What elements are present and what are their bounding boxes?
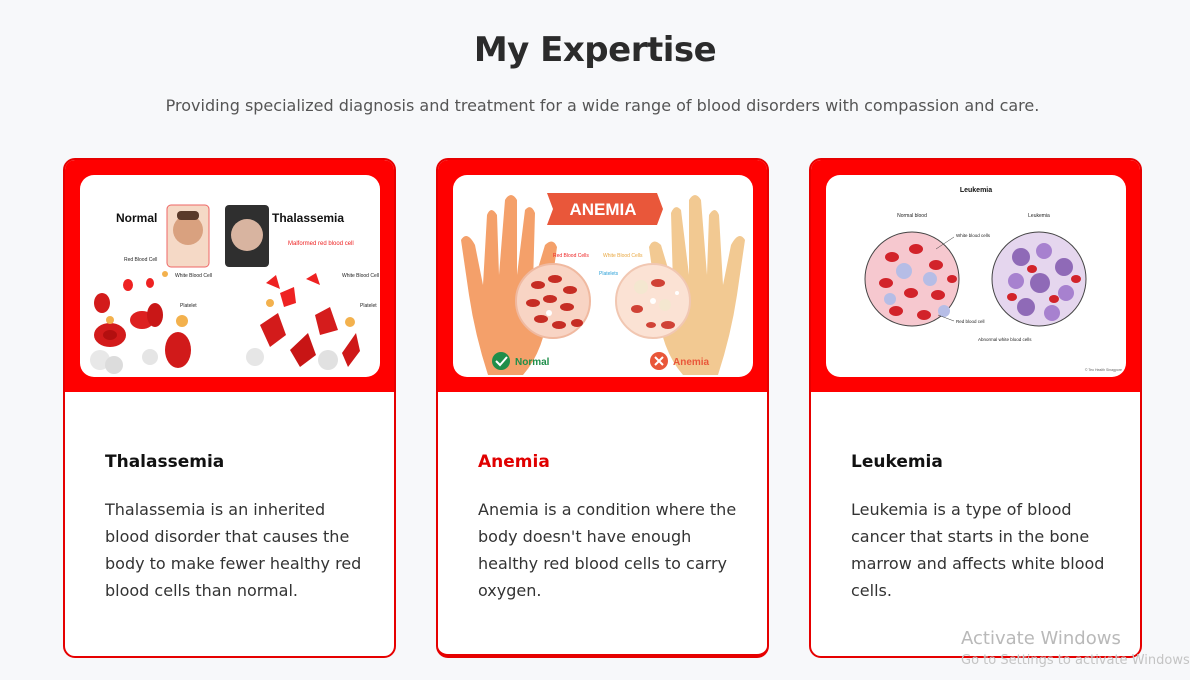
svg-text:Abnormal white blood cells: Abnormal white blood cells: [978, 337, 1032, 342]
svg-text:Normal: Normal: [515, 357, 550, 368]
card-title: Leukemia: [851, 452, 943, 472]
svg-text:White Blood Cells: White Blood Cells: [603, 253, 643, 259]
svg-text:Leukemia: Leukemia: [960, 187, 992, 194]
card-title: Anemia: [478, 452, 550, 472]
svg-text:ANEMIA: ANEMIA: [569, 200, 636, 219]
section-subtitle: Providing specialized diagnosis and trea…: [165, 96, 1040, 115]
svg-text:White Blood Cell: White Blood Cell: [175, 273, 212, 279]
card-description: Leukemia is a type of blood cancer that …: [851, 500, 1105, 600]
svg-text:Leukemia: Leukemia: [1028, 213, 1050, 219]
svg-text:© Teo Health Sinagpore: © Teo Health Sinagpore: [1085, 368, 1122, 372]
svg-text:Red Blood Cell: Red Blood Cell: [124, 257, 157, 263]
svg-text:Red blood cell: Red blood cell: [956, 319, 985, 324]
svg-text:Red Blood Cells: Red Blood Cells: [553, 253, 589, 259]
svg-text:Thalassemia: Thalassemia: [272, 211, 344, 225]
svg-text:Malformed red blood cell: Malformed red blood cell: [288, 241, 354, 247]
svg-text:Normal blood: Normal blood: [897, 213, 927, 219]
card-header-band: Leukemia Normal blood Leukemia White blo…: [811, 160, 1140, 392]
card-title: Thalassemia: [105, 452, 225, 472]
activate-windows-hint: Go to Settings to activate Windows.: [961, 653, 1190, 668]
expertise-card-thalassemia[interactable]: Normal Thalassemia Red Blood Cell White …: [63, 158, 396, 658]
svg-text:Platelet: Platelet: [360, 303, 377, 309]
svg-text:Anemia: Anemia: [673, 357, 710, 368]
anemia-illustration: ANEMIA Red Blood Cells White Blood Cells…: [453, 175, 753, 377]
thalassemia-illustration: Normal Thalassemia Red Blood Cell White …: [80, 175, 380, 377]
expertise-card-anemia[interactable]: ANEMIA Red Blood Cells White Blood Cells…: [436, 158, 769, 658]
card-header-band: ANEMIA Red Blood Cells White Blood Cells…: [438, 160, 767, 392]
card-description: Anemia is a condition where the body doe…: [478, 500, 737, 600]
activate-windows-title: Activate Windows: [961, 628, 1121, 649]
svg-text:Platelet: Platelet: [180, 303, 197, 309]
card-header-band: Normal Thalassemia Red Blood Cell White …: [65, 160, 394, 392]
svg-text:White blood cells: White blood cells: [956, 233, 991, 238]
section-title: My Expertise: [473, 30, 717, 70]
svg-text:Platelets: Platelets: [599, 271, 619, 277]
expertise-card-leukemia[interactable]: Leukemia Normal blood Leukemia White blo…: [809, 158, 1142, 658]
leukemia-illustration: Leukemia Normal blood Leukemia White blo…: [826, 175, 1126, 377]
svg-text:Normal: Normal: [116, 211, 157, 225]
svg-text:White Blood Cell: White Blood Cell: [342, 273, 379, 279]
card-description: Thalassemia is an inherited blood disord…: [105, 500, 362, 600]
